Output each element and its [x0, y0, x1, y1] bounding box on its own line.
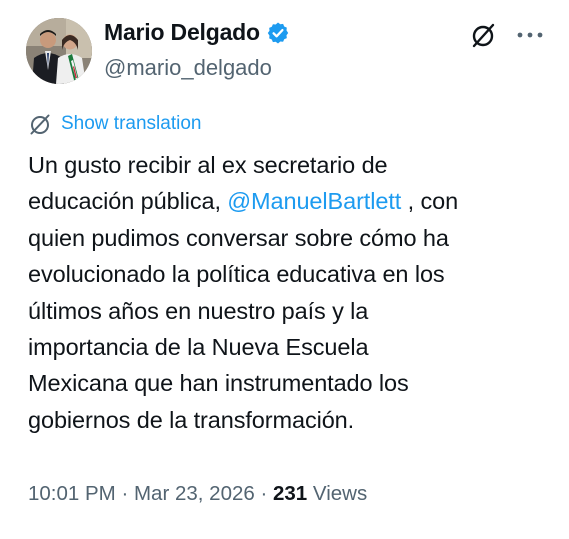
tweet-card: Mario Delgado @mario_delgado Show transl…	[0, 0, 569, 539]
author-name-row: Mario Delgado	[104, 19, 290, 46]
grok-button[interactable]	[466, 20, 500, 50]
tweet-text-line: importancia de la Nueva Escuela	[28, 329, 538, 365]
tweet-text-line: educación pública, @ManuelBartlett , con	[28, 183, 538, 219]
tweet-text-line: últimos años en nuestro país y la	[28, 293, 538, 329]
tweet-text-segment: , con	[401, 188, 459, 215]
tweet-meta: 10:01 PM · Mar 23, 2026 · 231 Views	[28, 482, 367, 506]
avatar-photo-icon	[26, 18, 92, 84]
tweet-time[interactable]: 10:01 PM	[28, 482, 116, 505]
more-horizontal-icon	[517, 32, 543, 38]
translate-globe-icon	[28, 112, 52, 136]
avatar[interactable]	[26, 18, 92, 84]
author-handle[interactable]: @mario_delgado	[104, 55, 272, 81]
tweet-text-line: Un gusto recibir al ex secretario de	[28, 147, 538, 183]
show-translation-button[interactable]: Show translation	[28, 112, 201, 136]
tweet-text-line: gobiernos de la transformación.	[28, 402, 538, 438]
tweet-text-segment: gobiernos de la transformación.	[28, 406, 355, 433]
tweet-text: Un gusto recibir al ex secretario de edu…	[28, 147, 538, 438]
verified-badge-icon[interactable]	[266, 21, 290, 45]
mention-link[interactable]: @ManuelBartlett	[227, 188, 401, 214]
meta-separator: ·	[254, 482, 273, 505]
views-label: Views	[307, 482, 368, 505]
tweet-text-segment: últimos años en nuestro país y la	[28, 297, 369, 324]
tweet-text-segment: evolucionado la política educativa en lo…	[28, 261, 445, 288]
tweet-text-line: quien pudimos conversar sobre cómo ha	[28, 220, 538, 256]
author-display-name[interactable]: Mario Delgado	[104, 19, 260, 46]
tweet-text-line: Mexicana que han instrumentado los	[28, 365, 538, 401]
tweet-text-segment: quien pudimos conversar sobre cómo ha	[28, 224, 449, 251]
show-translation-label: Show translation	[61, 113, 202, 134]
tweet-text-segment: Un gusto recibir al ex secretario de	[28, 152, 388, 178]
more-options-button[interactable]	[510, 20, 550, 50]
tweet-text-line: evolucionado la política educativa en lo…	[28, 256, 538, 292]
tweet-text-segment: Mexicana que han instrumentado los	[28, 370, 409, 397]
tweet-text-segment: importancia de la Nueva Escuela	[28, 334, 369, 361]
tweet-date[interactable]: Mar 23, 2026	[134, 482, 255, 505]
slashed-circle-icon	[472, 23, 495, 48]
tweet-text-segment: educación pública,	[28, 188, 228, 215]
meta-separator: ·	[115, 482, 134, 505]
views-count[interactable]: 231	[273, 482, 307, 505]
